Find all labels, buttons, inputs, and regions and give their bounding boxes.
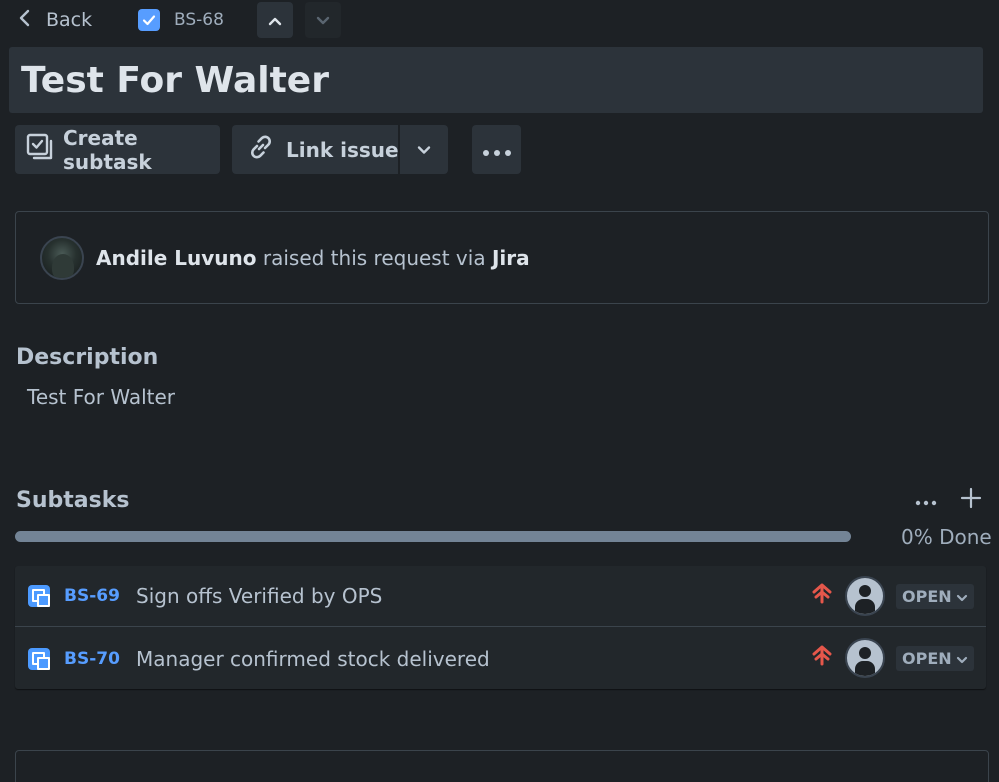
progress-label: 0% Done [901, 525, 992, 549]
more-actions-button[interactable] [472, 125, 521, 174]
chevron-down-icon [956, 649, 968, 668]
subtask-summary[interactable]: Sign offs Verified by OPS [136, 584, 382, 608]
link-issue-label: Link issue [286, 137, 399, 162]
subtask-key[interactable]: BS-70 [64, 649, 120, 669]
status-dropdown[interactable]: OPEN [896, 646, 974, 671]
list-item[interactable]: BS-69 Sign offs Verified by OPS OPEN [15, 566, 986, 627]
previous-issue-button[interactable] [257, 2, 293, 38]
subtasks-progress-bar [15, 531, 851, 542]
request-info-panel: Andile Luvuno raised this request via Ji… [15, 211, 989, 304]
assignee-avatar[interactable] [845, 576, 885, 616]
description-body[interactable]: Test For Walter [27, 385, 175, 409]
chevron-down-icon [316, 11, 330, 30]
issue-title[interactable]: Test For Walter [9, 47, 983, 113]
list-item[interactable]: BS-70 Manager confirmed stock delivered … [15, 628, 986, 689]
back-label: Back [46, 9, 93, 31]
activity-panel [15, 750, 989, 782]
link-issue-button[interactable]: Link issue [232, 125, 448, 174]
priority-highest-icon[interactable] [811, 582, 833, 604]
next-issue-button[interactable] [305, 2, 341, 38]
reporter-name[interactable]: Andile Luvuno [96, 246, 257, 270]
request-text: raised this request via [256, 245, 492, 270]
subtasks-more-button[interactable] [911, 486, 941, 514]
more-icon [482, 138, 512, 162]
status-dropdown[interactable]: OPEN [896, 584, 974, 609]
status-label: OPEN [902, 587, 952, 606]
subtask-key[interactable]: BS-69 [64, 586, 120, 606]
subtask-summary[interactable]: Manager confirmed stock delivered [136, 647, 490, 671]
create-subtask-button[interactable]: Create subtask [15, 125, 220, 174]
status-label: OPEN [902, 649, 952, 668]
more-icon [915, 491, 937, 510]
create-subtask-label: Create subtask [63, 125, 152, 174]
breadcrumb: BS-68 [138, 8, 224, 32]
chevron-down-icon[interactable] [412, 139, 436, 161]
issue-key-link[interactable]: BS-68 [174, 10, 224, 30]
description-heading: Description [16, 345, 159, 370]
subtask-icon [25, 132, 55, 167]
chevron-down-icon [956, 587, 968, 606]
chevron-left-icon [18, 9, 32, 32]
assignee-avatar[interactable] [845, 638, 885, 678]
add-subtask-button[interactable] [956, 486, 986, 514]
subtask-list: BS-69 Sign offs Verified by OPS OPEN BS-… [15, 566, 986, 689]
button-divider [398, 125, 400, 174]
chevron-up-icon [268, 11, 282, 30]
subtasks-heading: Subtasks [16, 488, 130, 513]
back-button[interactable]: Back [18, 6, 92, 34]
avatar[interactable] [40, 235, 84, 280]
plus-icon [960, 487, 982, 513]
subtask-type-icon [28, 647, 50, 670]
request-channel: Jira [491, 245, 530, 270]
checkbox-icon [138, 9, 160, 31]
subtask-type-icon [28, 585, 50, 607]
link-icon [246, 132, 276, 167]
priority-highest-icon[interactable] [811, 644, 833, 666]
